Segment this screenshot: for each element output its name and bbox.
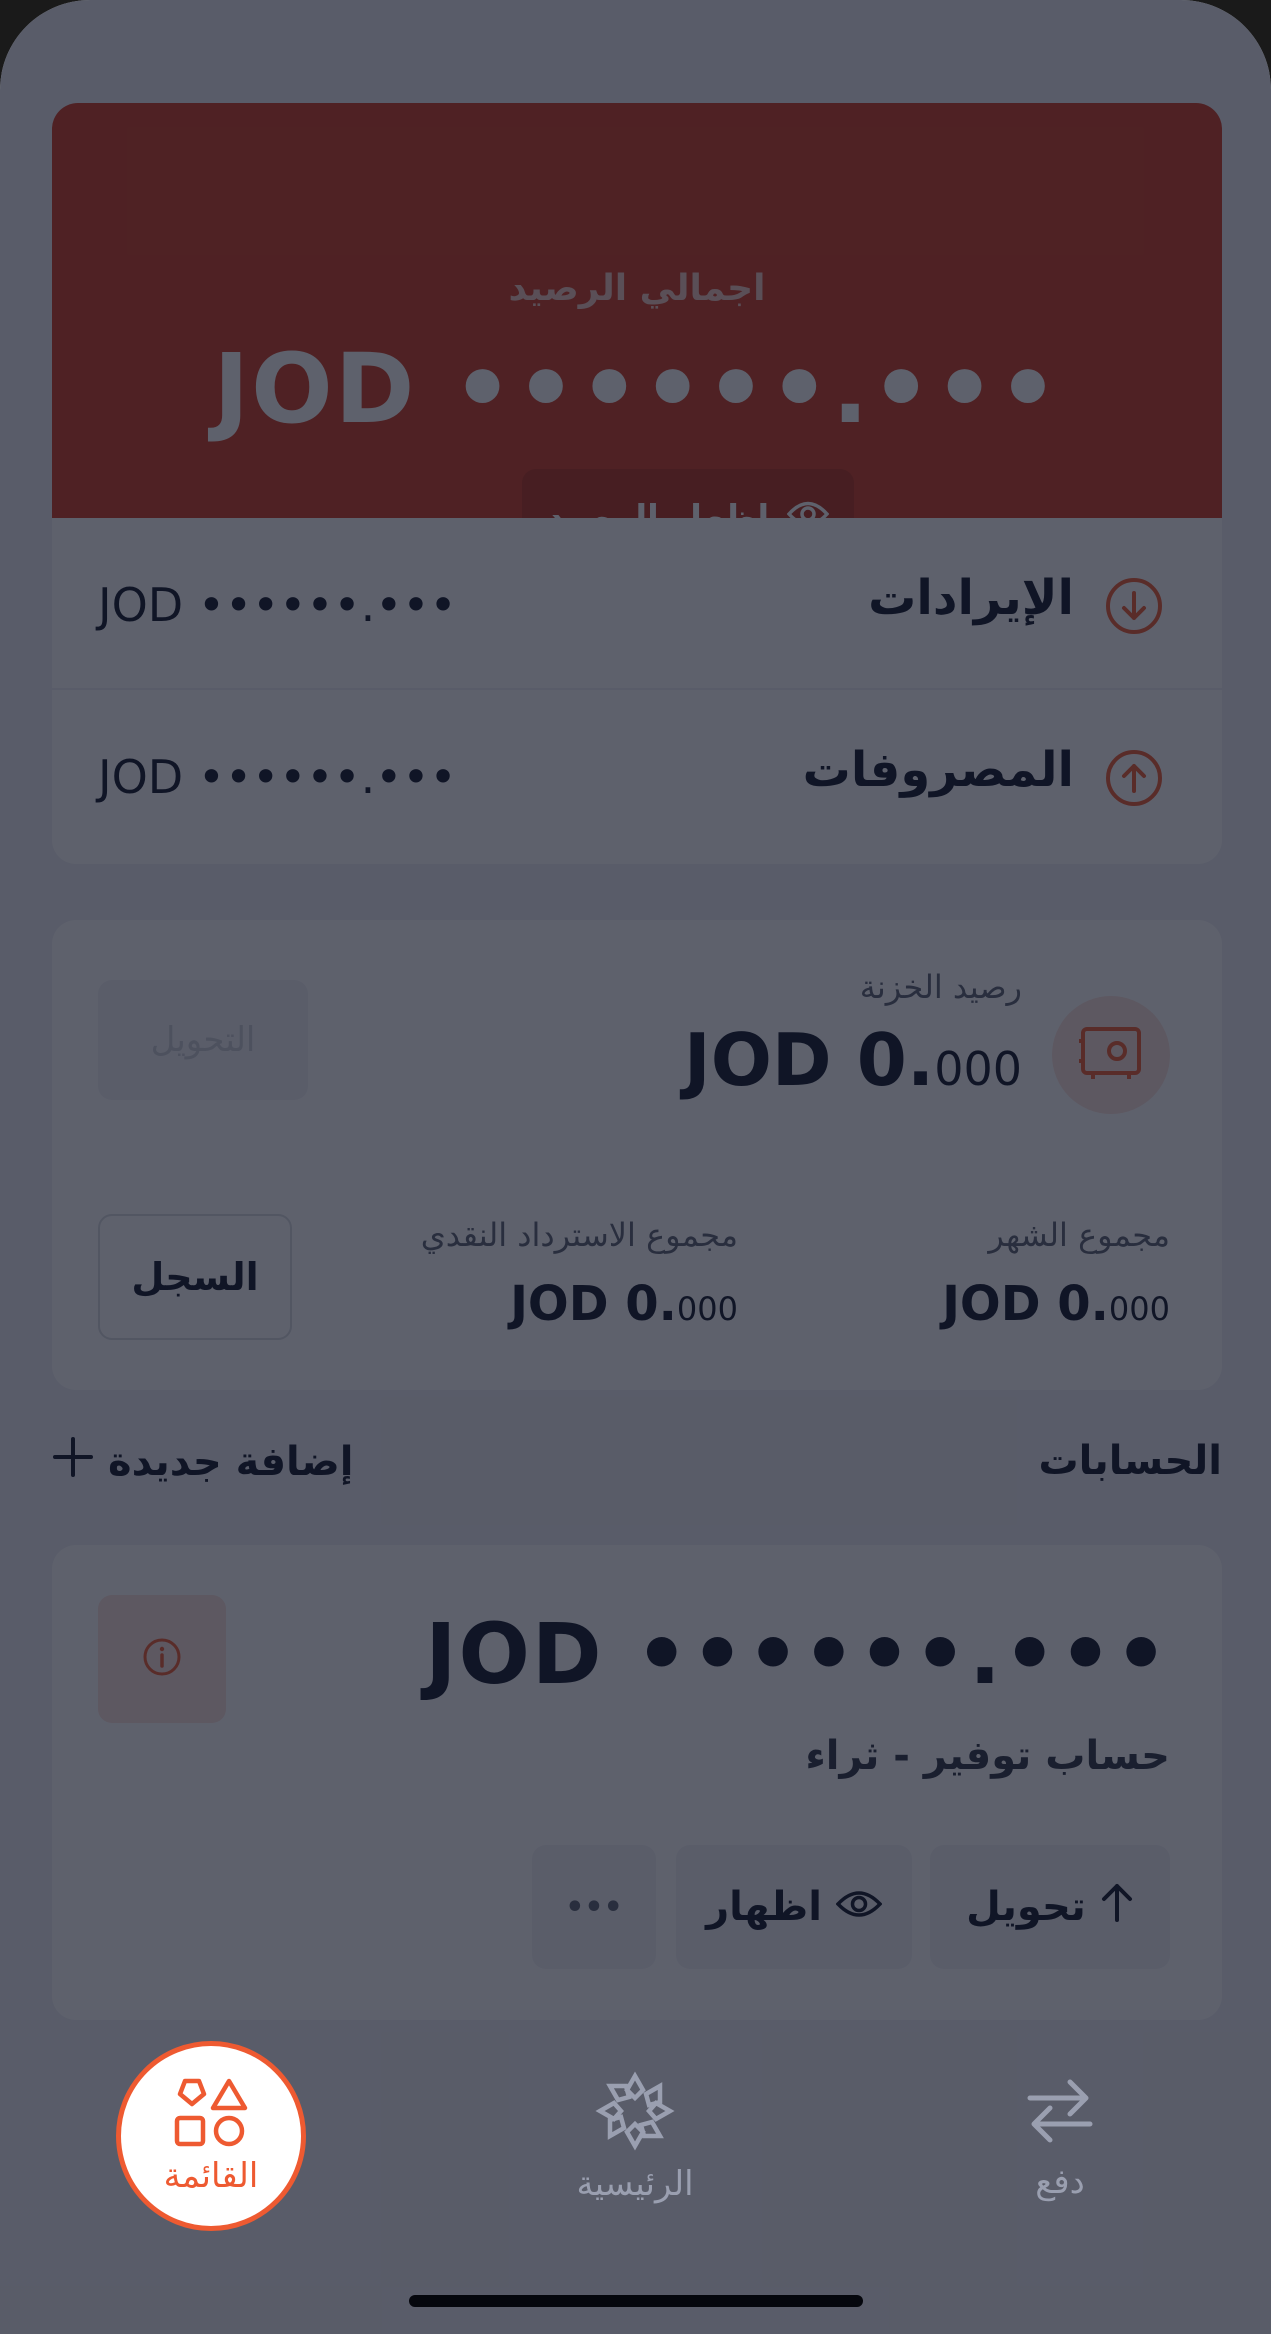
total-balance-card: اجمالي الرصيد JOD ••••••.••• اظهار الرصي… — [52, 103, 1222, 567]
add-new-account-button[interactable]: إضافة جديدة — [52, 1434, 353, 1490]
tab-menu[interactable]: القائمة — [116, 2041, 306, 2231]
expenses-amount: JOD ••••••.••• — [98, 750, 457, 804]
plus-icon — [52, 1436, 94, 1488]
account-balance: JOD ••••••.••• — [425, 1605, 1170, 1703]
income-amount: JOD ••••••.••• — [98, 578, 457, 632]
month-total-fraction: 000 — [1108, 1290, 1170, 1328]
account-show-label: اظهار — [706, 1884, 822, 1930]
vault-title: رصيد الخزنة — [859, 968, 1022, 1006]
month-total-main: JOD 0. — [942, 1276, 1109, 1332]
home-logo-icon — [594, 2071, 676, 2156]
history-button[interactable]: السجل — [98, 1214, 292, 1340]
arrow-up-icon — [1100, 1882, 1134, 1932]
account-more-button[interactable]: ••• — [532, 1845, 656, 1969]
cashback-total-main: JOD 0. — [510, 1276, 677, 1332]
account-card[interactable]: JOD ••••••.••• حساب توفير - ثراء تحويل ا… — [52, 1545, 1222, 2020]
main-scroll-area[interactable]: اجمالي الرصيد JOD ••••••.••• اظهار الرصي… — [0, 0, 1271, 2040]
vault-amount-fraction: 000 — [934, 1042, 1022, 1096]
total-balance-label: اجمالي الرصيد — [508, 268, 766, 309]
home-indicator[interactable] — [409, 2295, 863, 2307]
eye-icon — [835, 1884, 883, 1930]
account-info-button[interactable] — [98, 1595, 226, 1723]
account-transfer-button[interactable]: تحويل — [930, 1845, 1170, 1969]
vault-amount-main: JOD 0. — [683, 1018, 935, 1102]
safe-icon — [1079, 1025, 1143, 1085]
income-expenses-card: الإيرادات JOD ••••••.••• المصروفات JOD •… — [52, 518, 1222, 864]
transfer-arrows-icon — [1020, 2079, 1100, 2154]
income-label: الإيرادات — [868, 570, 1074, 626]
tab-home[interactable]: الرئيسية — [535, 2070, 735, 2230]
tab-home-label: الرئيسية — [576, 2164, 694, 2204]
vault-transfer-button[interactable]: التحويل — [98, 980, 308, 1100]
income-row[interactable]: الإيرادات JOD ••••••.••• — [52, 518, 1222, 690]
accounts-section-title: الحسابات — [1038, 1438, 1222, 1484]
month-total-amount: JOD 0.000 — [942, 1276, 1170, 1332]
expenses-label: المصروفات — [802, 742, 1074, 798]
tab-pay-label: دفع — [1035, 2162, 1085, 2202]
month-total-label: مجموع الشهر — [988, 1216, 1170, 1254]
expenses-row[interactable]: المصروفات JOD ••••••.••• — [52, 690, 1222, 862]
cashback-total-label: مجموع الاسترداد النقدي — [420, 1216, 738, 1254]
shapes-menu-icon — [171, 2078, 251, 2152]
account-transfer-label: تحويل — [966, 1884, 1086, 1930]
total-balance-amount: JOD ••••••.••• — [213, 333, 1061, 445]
info-icon — [142, 1637, 182, 1681]
app-screen: اجمالي الرصيد JOD ••••••.••• اظهار الرصي… — [0, 0, 1271, 2334]
vault-amount: JOD 0.000 — [684, 1018, 1022, 1102]
vault-icon-badge — [1052, 996, 1170, 1114]
vault-card: رصيد الخزنة JOD 0.000 التحويل مجموع الشه… — [52, 920, 1222, 1390]
tab-menu-label: القائمة — [163, 2156, 259, 2196]
cashback-total-amount: JOD 0.000 — [510, 1276, 738, 1332]
cashback-total-fraction: 000 — [676, 1290, 738, 1328]
arrow-down-circle-icon — [1104, 576, 1164, 636]
account-name: حساب توفير - ثراء — [805, 1733, 1170, 1779]
tab-pay[interactable]: دفع — [960, 2070, 1160, 2230]
add-new-label: إضافة جديدة — [108, 1439, 354, 1485]
account-show-button[interactable]: اظهار — [676, 1845, 912, 1969]
arrow-up-circle-icon — [1104, 748, 1164, 808]
